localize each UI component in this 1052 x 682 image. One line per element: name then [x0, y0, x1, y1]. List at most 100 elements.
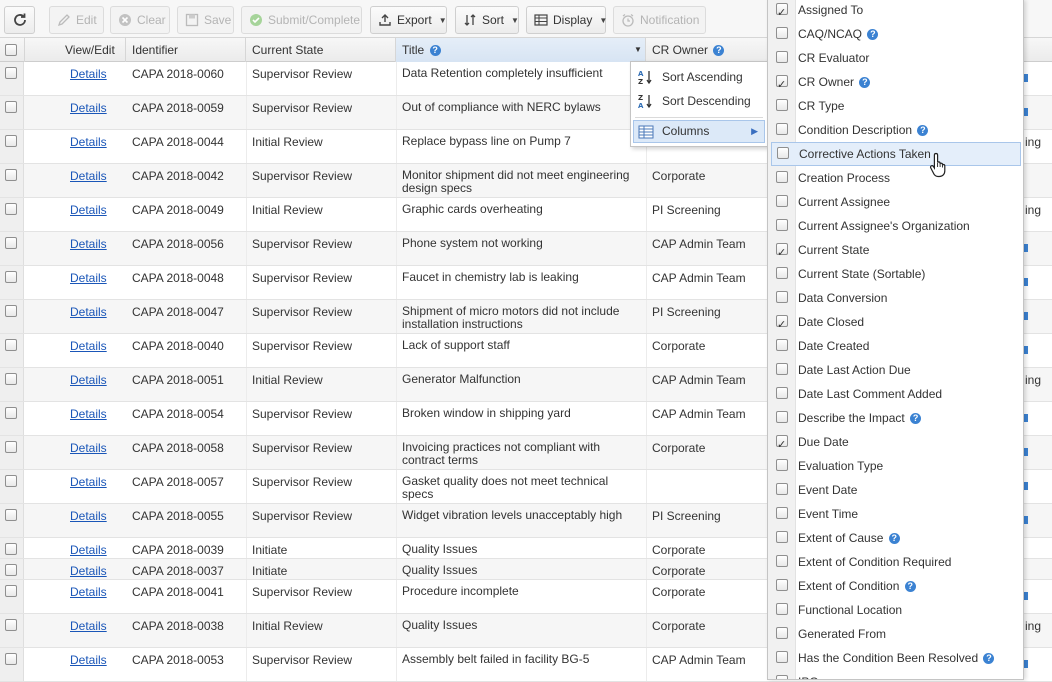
column-option[interactable]: Due Date: [768, 430, 1023, 457]
chevron-down-icon[interactable]: ▼: [631, 38, 645, 62]
details-link[interactable]: Details: [70, 653, 107, 667]
column-option[interactable]: IPO: [768, 670, 1023, 679]
row-checkbox[interactable]: [5, 271, 17, 283]
column-option[interactable]: Current Assignee's Organization: [768, 214, 1023, 238]
help-icon[interactable]: ?: [867, 29, 879, 41]
row-checkbox[interactable]: [5, 619, 17, 631]
row-checkbox[interactable]: [5, 305, 17, 317]
export-button[interactable]: Export ▼: [370, 6, 447, 34]
column-option[interactable]: Current State: [768, 238, 1023, 265]
details-link[interactable]: Details: [70, 564, 107, 578]
column-option[interactable]: Functional Location: [768, 598, 1023, 622]
column-checkbox[interactable]: [776, 555, 788, 567]
row-checkbox[interactable]: [5, 407, 17, 419]
details-link[interactable]: Details: [70, 441, 107, 455]
clear-button[interactable]: Clear: [110, 6, 170, 34]
details-link[interactable]: Details: [70, 237, 107, 251]
column-option[interactable]: Event Date: [768, 478, 1023, 502]
row-checkbox[interactable]: [5, 441, 17, 453]
column-option[interactable]: Generated From: [768, 622, 1023, 646]
display-button[interactable]: Display ▼: [526, 6, 607, 34]
column-option[interactable]: Event Time: [768, 502, 1023, 526]
column-option[interactable]: Condition Description ?: [768, 118, 1023, 142]
column-option[interactable]: Current Assignee: [768, 190, 1023, 214]
column-option[interactable]: Extent of Condition Required: [768, 550, 1023, 574]
details-link[interactable]: Details: [70, 135, 107, 149]
column-option[interactable]: CR Owner ?: [768, 70, 1023, 97]
column-checkbox[interactable]: [776, 171, 788, 183]
column-checkbox[interactable]: [777, 147, 789, 159]
help-icon[interactable]: ?: [859, 77, 871, 89]
column-option[interactable]: Current State (Sortable): [768, 262, 1023, 286]
row-checkbox[interactable]: [5, 509, 17, 521]
details-link[interactable]: Details: [70, 101, 107, 115]
details-link[interactable]: Details: [70, 339, 107, 353]
column-checkbox[interactable]: [776, 433, 788, 457]
help-icon[interactable]: ?: [910, 413, 922, 425]
select-all-checkbox[interactable]: [5, 44, 17, 56]
details-link[interactable]: Details: [70, 305, 107, 319]
column-checkbox[interactable]: [776, 291, 788, 303]
column-option[interactable]: Date Last Action Due: [768, 358, 1023, 382]
column-option[interactable]: Assigned To: [768, 0, 1023, 25]
column-checkbox[interactable]: [776, 51, 788, 63]
refresh-button[interactable]: [4, 6, 35, 34]
row-checkbox[interactable]: [5, 543, 17, 555]
details-link[interactable]: Details: [70, 619, 107, 633]
column-checkbox[interactable]: [776, 627, 788, 639]
details-link[interactable]: Details: [70, 169, 107, 183]
column-checkbox[interactable]: [776, 99, 788, 111]
column-checkbox[interactable]: [776, 1, 788, 25]
details-link[interactable]: Details: [70, 509, 107, 523]
row-checkbox[interactable]: [5, 101, 17, 113]
row-checkbox[interactable]: [5, 169, 17, 181]
column-checkbox[interactable]: [776, 411, 788, 423]
row-checkbox[interactable]: [5, 67, 17, 79]
column-option[interactable]: Date Last Comment Added: [768, 382, 1023, 406]
column-option[interactable]: Data Conversion: [768, 286, 1023, 310]
column-option[interactable]: Corrective Actions Taken: [771, 142, 1021, 166]
header-view-edit[interactable]: View/Edit: [25, 38, 126, 62]
header-title[interactable]: Title ?: [396, 38, 646, 62]
row-checkbox[interactable]: [5, 564, 17, 576]
column-option[interactable]: Extent of Cause ?: [768, 526, 1023, 550]
row-checkbox[interactable]: [5, 585, 17, 597]
column-option[interactable]: Has the Condition Been Resolved ?: [768, 646, 1023, 670]
row-checkbox[interactable]: [5, 237, 17, 249]
row-checkbox[interactable]: [5, 653, 17, 665]
column-checkbox[interactable]: [776, 267, 788, 279]
column-option[interactable]: Creation Process: [768, 166, 1023, 190]
column-option[interactable]: CR Evaluator: [768, 46, 1023, 70]
column-checkbox[interactable]: [776, 507, 788, 519]
columns-item[interactable]: Columns ▶: [633, 120, 765, 143]
details-link[interactable]: Details: [70, 373, 107, 387]
row-checkbox[interactable]: [5, 475, 17, 487]
column-checkbox[interactable]: [776, 123, 788, 135]
details-link[interactable]: Details: [70, 67, 107, 81]
save-button[interactable]: Save: [177, 6, 234, 34]
column-option[interactable]: CR Type: [768, 94, 1023, 118]
column-option[interactable]: Evaluation Type: [768, 454, 1023, 478]
column-checkbox[interactable]: [776, 73, 788, 97]
column-checkbox[interactable]: [776, 483, 788, 495]
submit-complete-button[interactable]: Submit/Complete: [241, 6, 362, 34]
column-checkbox[interactable]: [776, 363, 788, 375]
column-checkbox[interactable]: [776, 603, 788, 615]
column-checkbox[interactable]: [776, 579, 788, 591]
column-checkbox[interactable]: [776, 195, 788, 207]
row-checkbox[interactable]: [5, 373, 17, 385]
column-checkbox[interactable]: [776, 219, 788, 231]
row-checkbox[interactable]: [5, 135, 17, 147]
sort-ascending-item[interactable]: AZ Sort Ascending: [631, 65, 767, 89]
help-icon[interactable]: ?: [917, 125, 929, 137]
column-option[interactable]: Describe the Impact ?: [768, 406, 1023, 430]
details-link[interactable]: Details: [70, 585, 107, 599]
column-checkbox[interactable]: [776, 651, 788, 663]
details-link[interactable]: Details: [70, 203, 107, 217]
help-icon[interactable]: ?: [983, 653, 995, 665]
header-cr-owner[interactable]: CR Owner ?: [646, 38, 768, 62]
notification-button[interactable]: Notification: [613, 6, 706, 34]
row-checkbox[interactable]: [5, 203, 17, 215]
sort-button[interactable]: Sort ▼: [455, 6, 519, 34]
column-checkbox[interactable]: [776, 339, 788, 351]
